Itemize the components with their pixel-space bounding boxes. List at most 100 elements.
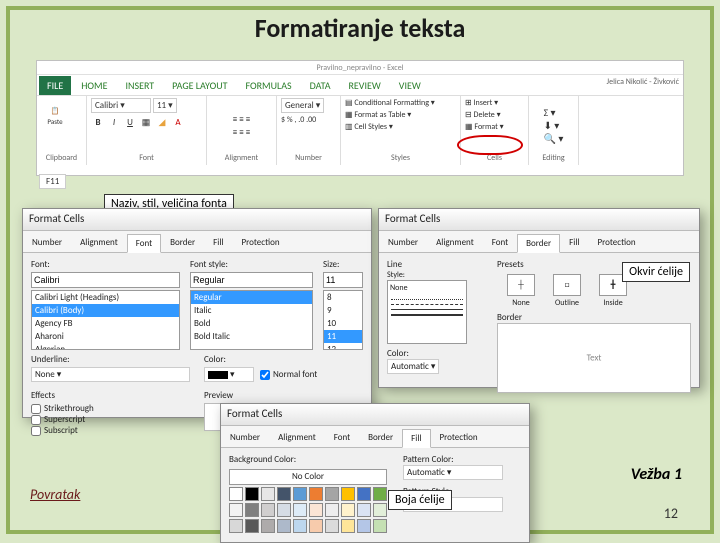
tab-insert[interactable]: INSERT — [118, 76, 163, 95]
subscript-checkbox[interactable]: Subscript — [31, 425, 190, 436]
insert-cells-button[interactable]: ⊞ Insert ▾ — [465, 98, 498, 108]
border-color-select[interactable]: Automatic ▾ — [387, 359, 439, 374]
dlg-tab-protection[interactable]: Protection — [589, 233, 645, 252]
font-list[interactable]: Calibri Light (Headings) Calibri (Body) … — [31, 290, 180, 350]
dlg-tab-number[interactable]: Number — [23, 233, 71, 252]
font-color-button[interactable]: A — [171, 115, 185, 129]
dlg-tab-fill[interactable]: Fill — [560, 233, 588, 252]
color-swatch[interactable] — [373, 519, 387, 533]
underline-button[interactable]: U — [123, 115, 137, 129]
dlg-tab-border[interactable]: Border — [359, 428, 402, 447]
color-swatch[interactable] — [277, 503, 291, 517]
color-swatch[interactable] — [261, 503, 275, 517]
tab-view[interactable]: VIEW — [391, 76, 429, 95]
color-swatch[interactable] — [293, 503, 307, 517]
font-name-select[interactable]: Calibri ▾ — [91, 98, 151, 113]
color-swatch[interactable] — [341, 503, 355, 517]
color-swatch[interactable] — [357, 519, 371, 533]
preset-none[interactable]: ┼None — [503, 274, 539, 308]
italic-button[interactable]: I — [107, 115, 121, 129]
cell-styles-button[interactable]: ▥ Cell Styles ▾ — [345, 122, 393, 132]
dlg-tab-border[interactable]: Border — [161, 233, 204, 252]
dlg-tab-number[interactable]: Number — [221, 428, 269, 447]
tab-data[interactable]: DATA — [302, 76, 339, 95]
color-swatch[interactable] — [293, 487, 307, 501]
format-cells-dialog-font: Format Cells Number Alignment Font Borde… — [22, 208, 372, 418]
color-swatch[interactable] — [277, 487, 291, 501]
callout-cell-border[interactable]: Okvir ćelije — [622, 262, 690, 282]
border-button[interactable]: ▦ — [139, 115, 153, 129]
style-input[interactable] — [190, 272, 313, 288]
size-input[interactable] — [323, 272, 363, 288]
number-format-select[interactable]: General ▾ — [281, 98, 324, 113]
dlg-tab-font[interactable]: Font — [127, 234, 161, 253]
tab-pagelayout[interactable]: PAGE LAYOUT — [164, 76, 235, 95]
color-swatch[interactable] — [261, 487, 275, 501]
color-swatch[interactable] — [325, 503, 339, 517]
border-preview[interactable]: Text — [497, 323, 691, 393]
color-swatch[interactable] — [309, 503, 323, 517]
tab-home[interactable]: HOME — [73, 76, 115, 95]
color-swatch[interactable] — [357, 487, 371, 501]
font-color-select[interactable]: ▾ — [204, 367, 254, 382]
color-swatch[interactable] — [229, 487, 243, 501]
back-link[interactable]: Povratak — [30, 486, 80, 503]
name-box[interactable]: F11 — [39, 174, 66, 189]
color-swatch[interactable] — [373, 503, 387, 517]
style-list[interactable]: Regular Italic Bold Bold Italic — [190, 290, 313, 350]
exercise-label[interactable]: Vežba 1 — [631, 465, 682, 484]
preset-outline[interactable]: □Outline — [549, 274, 585, 308]
tab-review[interactable]: REVIEW — [340, 76, 388, 95]
border-style-list[interactable]: None — [387, 280, 467, 344]
size-list[interactable]: 8 9 10 11 12 14 — [323, 290, 363, 350]
color-swatch[interactable] — [245, 519, 259, 533]
color-swatch[interactable] — [261, 519, 275, 533]
color-swatch[interactable] — [293, 519, 307, 533]
dlg-tab-fill[interactable]: Fill — [402, 429, 430, 448]
tab-file[interactable]: FILE — [39, 76, 71, 95]
dlg-tab-protection[interactable]: Protection — [233, 233, 289, 252]
format-cells-button[interactable]: ▦ Format ▾ — [465, 122, 504, 132]
color-swatch[interactable] — [245, 487, 259, 501]
bold-button[interactable]: B — [91, 115, 105, 129]
color-swatch[interactable] — [229, 503, 243, 517]
format-as-table-button[interactable]: ▦ Format as Table ▾ — [345, 110, 411, 120]
dlg-tab-alignment[interactable]: Alignment — [71, 233, 127, 252]
color-swatch[interactable] — [229, 519, 243, 533]
superscript-checkbox[interactable]: Superscript — [31, 414, 190, 425]
dialog-title: Format Cells — [23, 209, 371, 231]
color-swatch[interactable] — [245, 503, 259, 517]
dlg-tab-alignment[interactable]: Alignment — [269, 428, 325, 447]
font-input[interactable] — [31, 272, 180, 288]
color-swatch[interactable] — [309, 519, 323, 533]
dlg-tab-font[interactable]: Font — [325, 428, 359, 447]
color-grid[interactable]: No Color — [229, 469, 387, 533]
color-swatch[interactable] — [357, 503, 371, 517]
dlg-tab-protection[interactable]: Protection — [431, 428, 487, 447]
color-swatch[interactable] — [373, 487, 387, 501]
normal-font-checkbox[interactable]: Normal font — [260, 369, 317, 380]
color-swatch[interactable] — [325, 487, 339, 501]
tab-formulas[interactable]: FORMULAS — [237, 76, 299, 95]
dlg-tab-fill[interactable]: Fill — [204, 233, 232, 252]
underline-select[interactable]: None ▾ — [31, 367, 190, 382]
pattern-color-select[interactable]: Automatic ▾ — [403, 465, 503, 480]
dlg-tab-border[interactable]: Border — [517, 234, 560, 253]
dlg-tab-alignment[interactable]: Alignment — [427, 233, 483, 252]
color-swatch[interactable] — [309, 487, 323, 501]
color-swatch[interactable] — [341, 519, 355, 533]
strikethrough-checkbox[interactable]: Strikethrough — [31, 403, 190, 414]
dlg-tab-font[interactable]: Font — [483, 233, 517, 252]
no-color-button[interactable]: No Color — [229, 469, 387, 485]
font-label: Font: — [31, 259, 180, 270]
conditional-formatting-button[interactable]: ▤ Conditional Formatting ▾ — [345, 98, 435, 108]
color-swatch[interactable] — [325, 519, 339, 533]
dlg-tab-number[interactable]: Number — [379, 233, 427, 252]
color-swatch[interactable] — [341, 487, 355, 501]
font-size-select[interactable]: 11 ▾ — [153, 98, 177, 113]
delete-cells-button[interactable]: ⊟ Delete ▾ — [465, 110, 501, 120]
fill-color-button[interactable]: ◢ — [155, 115, 169, 129]
paste-button[interactable]: 📋Paste — [41, 98, 69, 134]
color-swatch[interactable] — [277, 519, 291, 533]
callout-cell-color[interactable]: Boja ćelije — [388, 490, 452, 510]
